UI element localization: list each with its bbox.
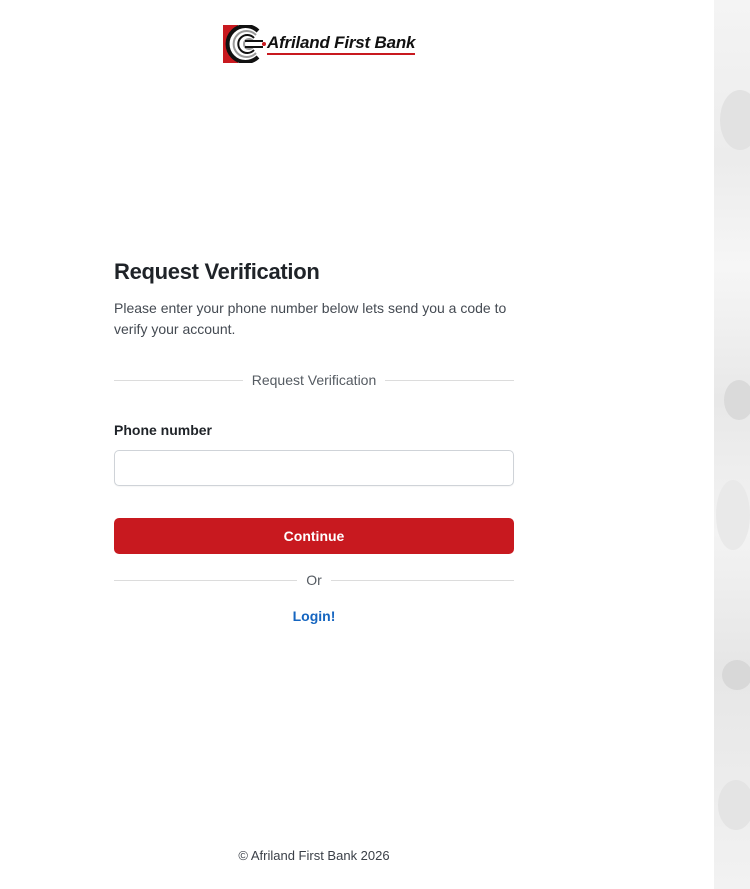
page-title: Request Verification [114,259,320,284]
brand-logo: Afriland First Bank [223,25,415,63]
brand-logo-text: Afriland First Bank [267,33,415,55]
background-shape [724,380,750,420]
copyright-footer: © Afriland First Bank 2026 [238,848,390,863]
afriland-logo-mark-icon [223,25,266,63]
divider-line-left [114,379,243,381]
divider-line-right [330,579,514,581]
divider-line-left [114,579,298,581]
background-image-panel [714,0,750,889]
form-panel: Afriland First Bank Request Verification… [0,0,714,889]
phone-number-label: Phone number [114,422,213,438]
divider-line-right [385,379,514,381]
section-divider-label: Request Verification [251,372,377,388]
phone-number-input[interactable] [114,450,514,486]
background-shape [716,480,750,550]
or-divider-label: Or [306,572,322,588]
background-shape [718,780,750,830]
login-link[interactable]: Login! [114,608,514,624]
continue-button[interactable]: Continue [114,518,514,554]
background-shape [722,660,750,690]
or-divider: Or [114,572,514,588]
background-shape [720,90,750,150]
page-subtitle: Please enter your phone number below let… [114,300,507,337]
verification-form: Request Verification Please enter your p… [114,255,514,624]
verification-page: Afriland First Bank Request Verification… [0,0,750,889]
section-divider: Request Verification [114,372,514,388]
